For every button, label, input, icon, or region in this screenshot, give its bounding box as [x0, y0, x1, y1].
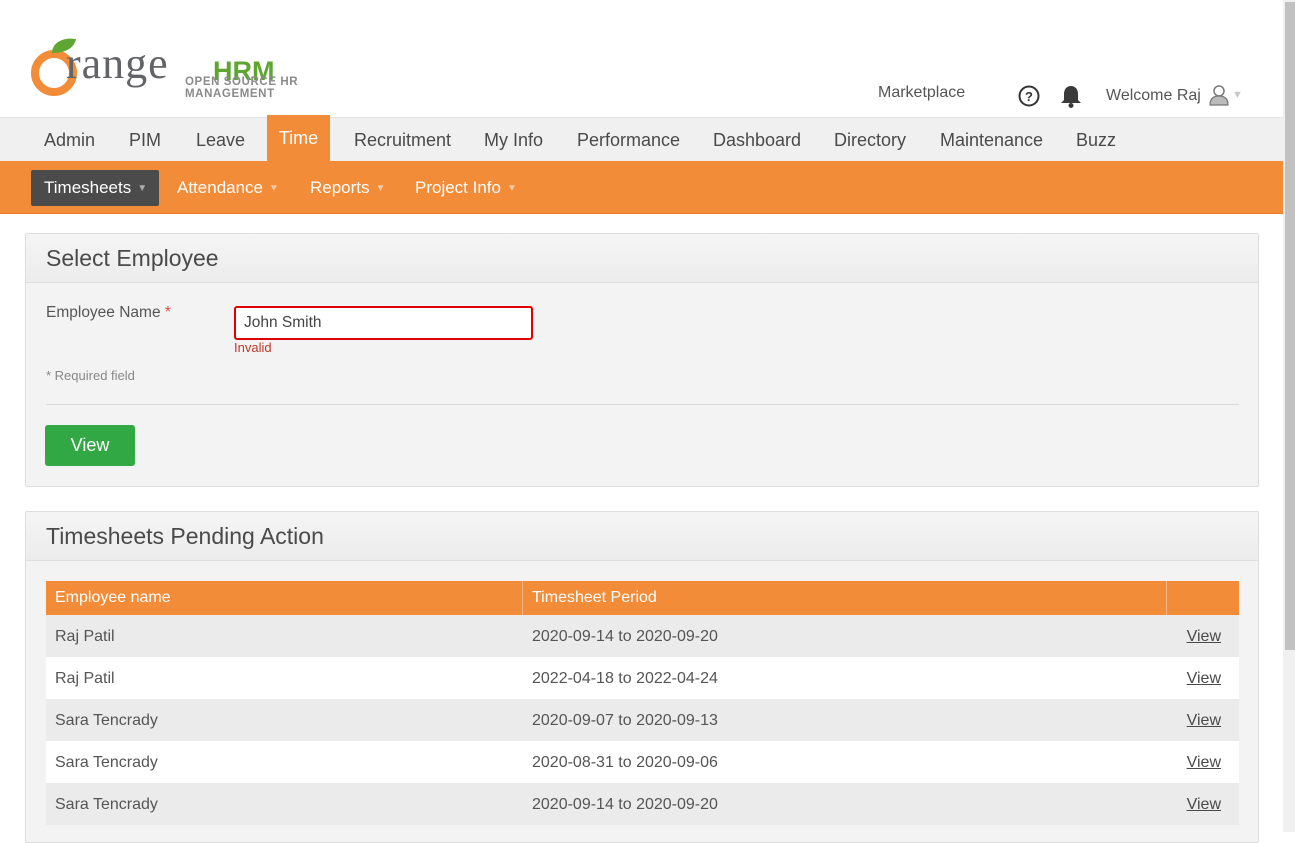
subnav-project-info[interactable]: Project Info ▼: [415, 170, 517, 206]
column-divider: [1166, 581, 1167, 615]
table-row: Sara Tencrady 2020-09-07 to 2020-09-13 V…: [46, 699, 1239, 741]
chevron-down-icon: ▼: [137, 183, 148, 194]
user-avatar-icon[interactable]: [1208, 84, 1230, 106]
nav-pim[interactable]: PIM: [129, 118, 161, 162]
pending-timesheets-table: Employee name Timesheet Period Raj Patil…: [46, 581, 1239, 825]
logo-tagline: OPEN SOURCE HR MANAGEMENT: [185, 76, 299, 100]
nav-dashboard[interactable]: Dashboard: [713, 118, 801, 162]
notification-bell-icon[interactable]: [1060, 84, 1082, 108]
help-icon[interactable]: ?: [1018, 85, 1040, 107]
cell-employee-name: Sara Tencrady: [55, 796, 158, 813]
logo-wordmark: range: [66, 39, 169, 88]
cell-employee-name: Sara Tencrady: [55, 754, 158, 771]
nav-recruitment[interactable]: Recruitment: [354, 118, 451, 162]
divider: [46, 404, 1239, 405]
cell-timesheet-period: 2020-09-14 to 2020-09-20: [532, 796, 718, 813]
subnav-timesheets-label: Timesheets: [44, 178, 132, 197]
cell-timesheet-period: 2020-09-14 to 2020-09-20: [532, 628, 718, 645]
subnav-timesheets[interactable]: Timesheets ▼: [31, 170, 159, 206]
table-header-row: Employee name Timesheet Period: [46, 581, 1239, 615]
subnav-reports-label: Reports: [310, 178, 370, 197]
employee-name-label-text: Employee Name: [46, 304, 161, 321]
main-navigation: Admin PIM Leave Time Recruitment My Info…: [0, 115, 1283, 162]
sub-navigation: Timesheets ▼ Attendance ▼ Reports ▼ Project…: [0, 161, 1283, 214]
row-view-link[interactable]: View: [1187, 783, 1221, 826]
row-view-link[interactable]: View: [1187, 657, 1221, 700]
subnav-attendance-label: Attendance: [177, 178, 264, 197]
chevron-down-icon: ▼: [269, 183, 279, 194]
scrollbar-thumb[interactable]: [1285, 2, 1295, 650]
cell-timesheet-period: 2020-08-31 to 2020-09-06: [532, 754, 718, 771]
employee-name-label: Employee Name *: [46, 304, 171, 322]
cell-employee-name: Raj Patil: [55, 670, 115, 687]
column-header-employee-name[interactable]: Employee name: [55, 581, 171, 615]
timesheets-pending-title: Timesheets Pending Action: [46, 523, 324, 549]
table-row: Raj Patil 2020-09-14 to 2020-09-20 View: [46, 615, 1239, 657]
orangehrm-logo[interactable]: range HRM OPEN SOURCE HR MANAGEMENT: [30, 16, 390, 100]
panel-header: Timesheets Pending Action: [26, 512, 1258, 561]
select-employee-panel: Select Employee Employee Name * Invalid …: [25, 233, 1259, 487]
nav-performance[interactable]: Performance: [577, 118, 680, 162]
cell-employee-name: Sara Tencrady: [55, 712, 158, 729]
subnav-attendance[interactable]: Attendance ▼: [177, 170, 279, 206]
timesheets-pending-panel: Timesheets Pending Action Employee name …: [25, 511, 1259, 843]
header: range HRM OPEN SOURCE HR MANAGEMENT Mark…: [0, 0, 1283, 117]
marketplace-link[interactable]: Marketplace: [878, 84, 965, 108]
subnav-project-info-label: Project Info: [415, 178, 501, 197]
view-button[interactable]: View: [45, 425, 135, 466]
cell-timesheet-period: 2022-04-18 to 2022-04-24: [532, 670, 718, 687]
nav-maintenance[interactable]: Maintenance: [940, 118, 1043, 162]
nav-buzz[interactable]: Buzz: [1076, 118, 1116, 162]
nav-time[interactable]: Time: [267, 115, 330, 162]
column-divider: [522, 581, 523, 615]
user-menu-chevron-down-icon[interactable]: ▼: [1232, 89, 1243, 101]
table-row: Sara Tencrady 2020-09-14 to 2020-09-20 V…: [46, 783, 1239, 825]
panel-header: Select Employee: [26, 234, 1258, 283]
nav-leave[interactable]: Leave: [196, 118, 245, 162]
nav-admin[interactable]: Admin: [44, 118, 95, 162]
chevron-down-icon: ▼: [507, 183, 517, 194]
welcome-user-menu[interactable]: Welcome Raj: [1106, 87, 1201, 111]
cell-employee-name: Raj Patil: [55, 628, 115, 645]
cell-timesheet-period: 2020-09-07 to 2020-09-13: [532, 712, 718, 729]
column-header-timesheet-period[interactable]: Timesheet Period: [532, 581, 657, 615]
row-view-link[interactable]: View: [1187, 741, 1221, 784]
row-view-link[interactable]: View: [1187, 699, 1221, 742]
table-row: Raj Patil 2022-04-18 to 2022-04-24 View: [46, 657, 1239, 699]
svg-text:?: ?: [1025, 89, 1033, 104]
validation-error: Invalid: [234, 340, 272, 355]
row-view-link[interactable]: View: [1187, 615, 1221, 658]
chevron-down-icon: ▼: [375, 183, 386, 194]
employee-name-field[interactable]: [234, 306, 533, 340]
required-asterisk: *: [164, 304, 171, 321]
select-employee-title: Select Employee: [46, 245, 219, 271]
table-row: Sara Tencrady 2020-08-31 to 2020-09-06 V…: [46, 741, 1239, 783]
nav-my-info[interactable]: My Info: [484, 118, 543, 162]
required-field-note: * Required field: [46, 368, 135, 383]
employee-name-input[interactable]: [236, 308, 532, 338]
subnav-reports[interactable]: Reports ▼: [310, 170, 385, 206]
nav-directory[interactable]: Directory: [834, 118, 906, 162]
